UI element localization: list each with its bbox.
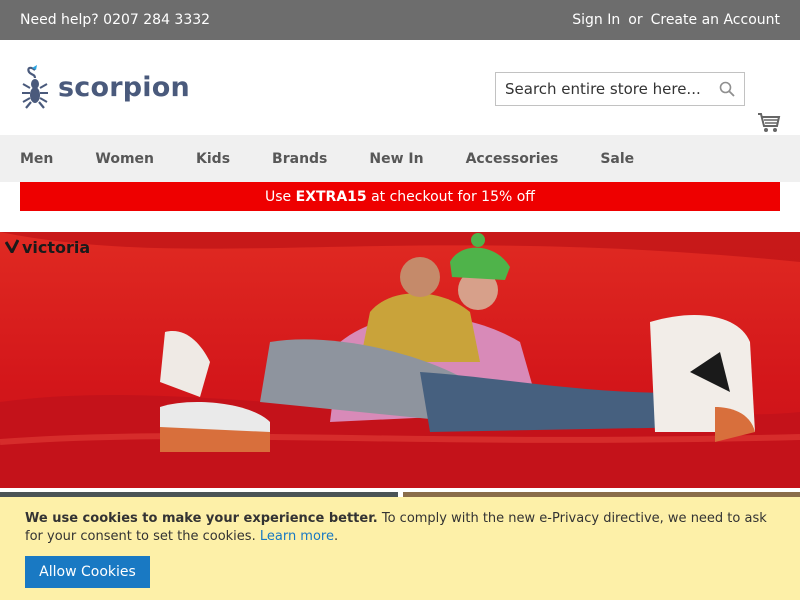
hero-photo — [0, 232, 800, 488]
hero-brand-logo: victoria — [4, 238, 91, 257]
logo-wordmark: scorpion — [58, 71, 190, 103]
victoria-v-icon — [4, 238, 20, 257]
create-account-link[interactable]: Create an Account — [651, 12, 780, 28]
cookie-bold-text: We use cookies to make your experience b… — [25, 511, 378, 526]
promo-prefix: Use — [265, 188, 296, 205]
main-navigation: Men Women Kids Brands New In Accessories… — [0, 135, 800, 182]
top-bar: Need help? 0207 284 3332 Sign In or Crea… — [0, 0, 800, 40]
site-logo[interactable]: scorpion — [20, 64, 190, 110]
cookie-notice: We use cookies to make your experience b… — [0, 497, 800, 600]
or-text: or — [628, 12, 643, 28]
promo-banner[interactable]: Use EXTRA15 at checkout for 15% off — [20, 182, 780, 211]
learn-more-link[interactable]: Learn more — [260, 529, 334, 544]
nav-item-kids[interactable]: Kids — [196, 151, 230, 167]
nav-item-new-in[interactable]: New In — [369, 151, 423, 167]
site-header: scorpion — [0, 40, 800, 135]
hero-brand-text: victoria — [22, 238, 91, 257]
hero-banner[interactable]: victoria — [0, 232, 800, 488]
search-box[interactable] — [495, 72, 745, 106]
nav-item-women[interactable]: Women — [95, 151, 154, 167]
help-phone-text: Need help? 0207 284 3332 — [20, 12, 211, 28]
cookie-message: We use cookies to make your experience b… — [25, 510, 775, 546]
promo-suffix: at checkout for 15% off — [366, 188, 535, 205]
nav-item-men[interactable]: Men — [20, 151, 53, 167]
nav-item-sale[interactable]: Sale — [600, 151, 634, 167]
account-links: Sign In or Create an Account — [572, 12, 780, 28]
search-input[interactable] — [496, 80, 706, 98]
search-icon[interactable] — [719, 81, 735, 101]
allow-cookies-button[interactable]: Allow Cookies — [25, 556, 150, 588]
sign-in-link[interactable]: Sign In — [572, 12, 620, 28]
cookie-period: . — [333, 529, 339, 544]
nav-item-brands[interactable]: Brands — [272, 151, 327, 167]
promo-code: EXTRA15 — [295, 188, 367, 205]
scorpion-logo-icon — [22, 65, 48, 109]
nav-item-accessories[interactable]: Accessories — [466, 151, 559, 167]
shopping-cart-icon[interactable] — [757, 112, 781, 138]
